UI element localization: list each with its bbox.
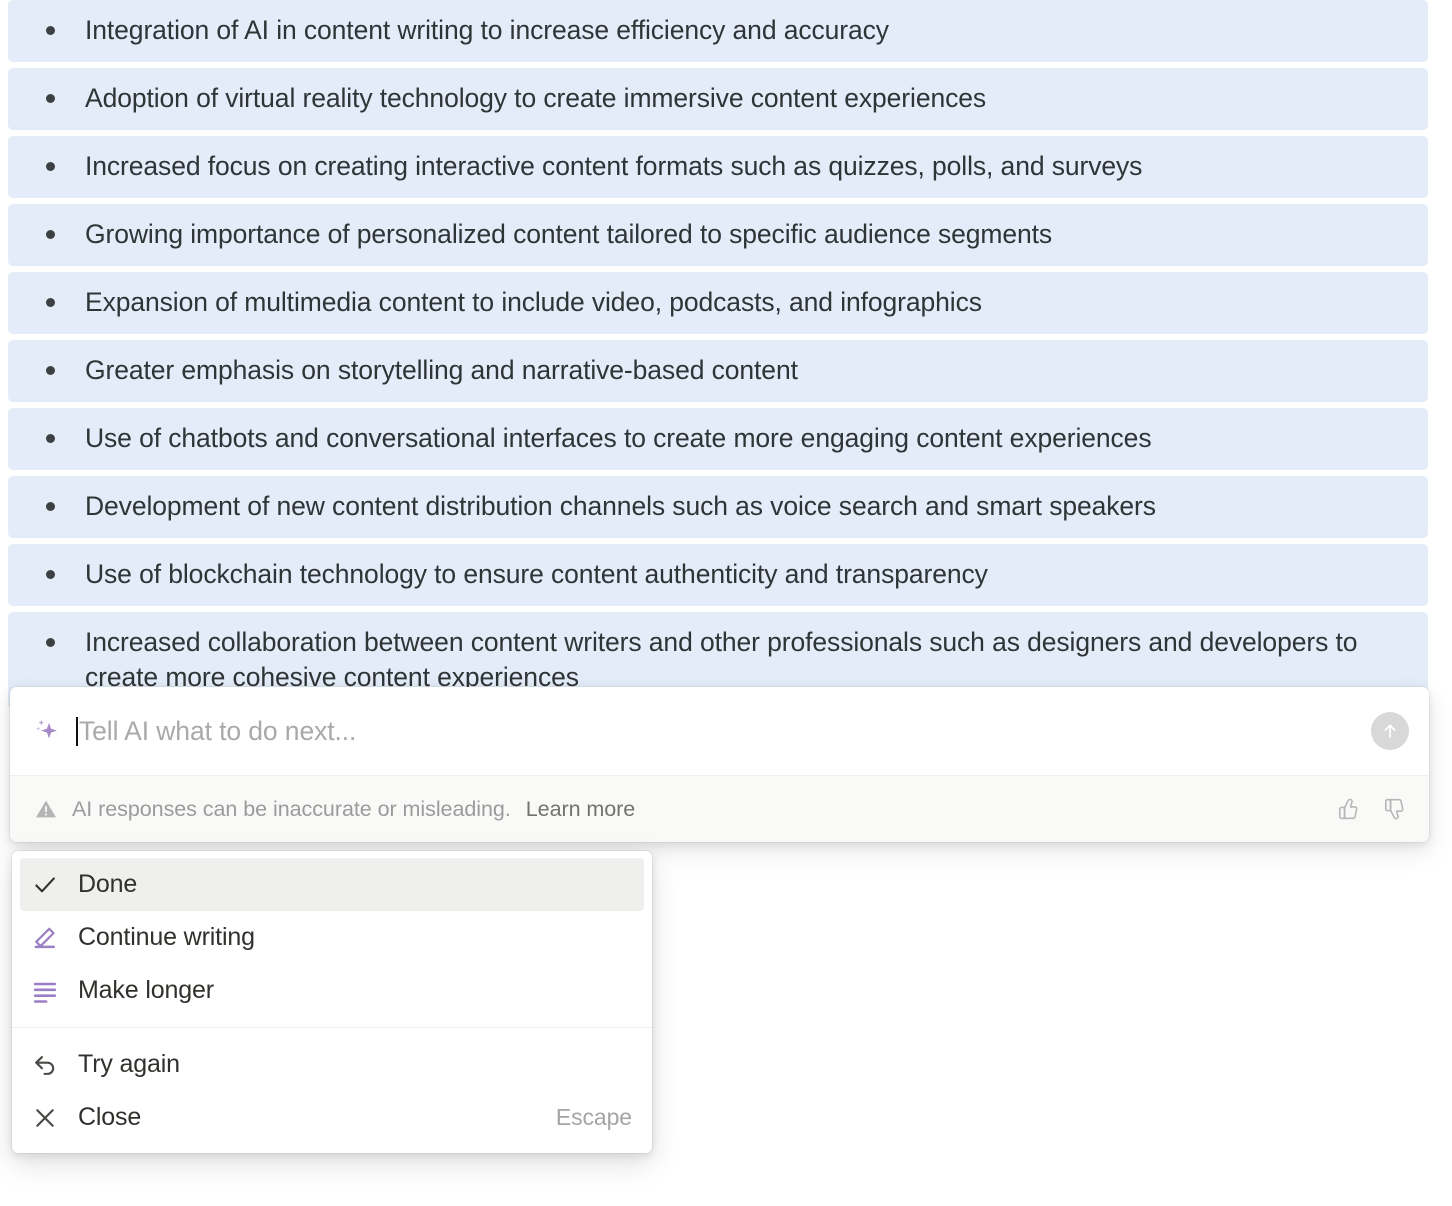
ai-list-item-text: Adoption of virtual reality technology t… bbox=[85, 82, 987, 113]
bullet-dot-icon bbox=[46, 501, 55, 511]
arrow-up-icon bbox=[1384, 724, 1396, 738]
menu-item-label: Close bbox=[78, 1103, 142, 1131]
ai-list-item: Use of blockchain technology to ensure c… bbox=[8, 543, 1428, 606]
menu-divider bbox=[12, 1027, 652, 1028]
menu-item-make-longer[interactable]: Make longer bbox=[20, 964, 644, 1017]
warning-triangle-icon bbox=[36, 800, 56, 818]
ai-writer-overlay: Integration of AI in content writing to … bbox=[0, 0, 1452, 1206]
feedback-group bbox=[1333, 795, 1407, 823]
ai-list-item-text: Greater emphasis on storytelling and nar… bbox=[85, 354, 798, 385]
bullet-dot-icon bbox=[46, 26, 55, 35]
ai-list-item-text: Development of new content distribution … bbox=[85, 490, 1156, 521]
menu-item-label: Make longer bbox=[78, 976, 214, 1004]
ai-disclaimer-row: AI responses can be inaccurate or mislea… bbox=[10, 775, 1429, 842]
bullet-dot-icon bbox=[46, 637, 55, 647]
bullet-dot-icon bbox=[46, 569, 55, 579]
menu-group-primary: Done Continue writing Make longer bbox=[12, 858, 652, 1017]
ai-list-item-text: Use of blockchain technology to ensure c… bbox=[85, 558, 988, 589]
ai-list-item-text: Growing importance of personalized conte… bbox=[85, 218, 1053, 249]
menu-group-secondary: Try again Close Escape bbox=[12, 1038, 652, 1144]
ai-generated-list: Integration of AI in content writing to … bbox=[8, 0, 1428, 715]
menu-item-label: Done bbox=[78, 870, 138, 898]
learn-more-link[interactable]: Learn more bbox=[526, 797, 636, 822]
bullet-dot-icon bbox=[46, 93, 55, 103]
thumbs-up-icon[interactable] bbox=[1333, 795, 1361, 823]
ai-prompt-input[interactable] bbox=[79, 711, 1357, 751]
undo-arrow-icon bbox=[30, 1050, 60, 1080]
pencil-write-icon bbox=[30, 923, 60, 953]
menu-item-label: Try again bbox=[78, 1050, 180, 1078]
ai-list-item: Adoption of virtual reality technology t… bbox=[8, 67, 1428, 130]
text-lines-icon bbox=[30, 976, 60, 1006]
ai-list-item-text: Increased collaboration between content … bbox=[85, 626, 1358, 692]
menu-item-close[interactable]: Close Escape bbox=[20, 1091, 644, 1144]
disclaimer-text: AI responses can be inaccurate or mislea… bbox=[72, 796, 511, 821]
bullet-dot-icon bbox=[46, 433, 55, 443]
ai-submit-button[interactable] bbox=[1371, 712, 1409, 750]
menu-item-label: Continue writing bbox=[78, 923, 255, 951]
menu-item-try-again[interactable]: Try again bbox=[20, 1038, 644, 1091]
bullet-dot-icon bbox=[46, 365, 55, 375]
ai-list-item: Increased focus on creating interactive … bbox=[8, 135, 1428, 198]
sparkle-icon bbox=[36, 719, 57, 739]
ai-list-item: Integration of AI in content writing to … bbox=[8, 0, 1428, 62]
ai-input-row bbox=[10, 687, 1429, 775]
bullet-dot-icon bbox=[46, 229, 55, 239]
ai-list-item-text: Integration of AI in content writing to … bbox=[85, 15, 889, 45]
ai-list-item-text: Expansion of multimedia content to inclu… bbox=[85, 286, 982, 317]
thumbs-down-icon[interactable] bbox=[1379, 795, 1407, 823]
text-caret bbox=[76, 716, 78, 746]
menu-item-shortcut: Escape bbox=[555, 1104, 632, 1130]
ai-list-item: Greater emphasis on storytelling and nar… bbox=[8, 339, 1428, 402]
ai-list-item: Growing importance of personalized conte… bbox=[8, 203, 1428, 266]
menu-item-done[interactable]: Done bbox=[20, 858, 644, 911]
ai-list-item: Use of chatbots and conversational inter… bbox=[8, 407, 1428, 470]
bullet-dot-icon bbox=[46, 297, 55, 307]
close-x-icon bbox=[30, 1103, 60, 1133]
ai-list-item-text: Use of chatbots and conversational inter… bbox=[85, 422, 1152, 453]
ai-prompt-panel: AI responses can be inaccurate or mislea… bbox=[10, 687, 1429, 842]
ai-input-wrap bbox=[76, 687, 1357, 775]
check-icon bbox=[30, 870, 60, 900]
ai-list-item: Expansion of multimedia content to inclu… bbox=[8, 271, 1428, 334]
ai-actions-menu: Done Continue writing Make longer Try agai… bbox=[12, 851, 652, 1153]
bullet-dot-icon bbox=[46, 161, 55, 171]
ai-list-item-text: Increased focus on creating interactive … bbox=[85, 150, 1143, 181]
menu-item-continue-writing[interactable]: Continue writing bbox=[20, 911, 644, 964]
ai-list-item: Development of new content distribution … bbox=[8, 475, 1428, 538]
